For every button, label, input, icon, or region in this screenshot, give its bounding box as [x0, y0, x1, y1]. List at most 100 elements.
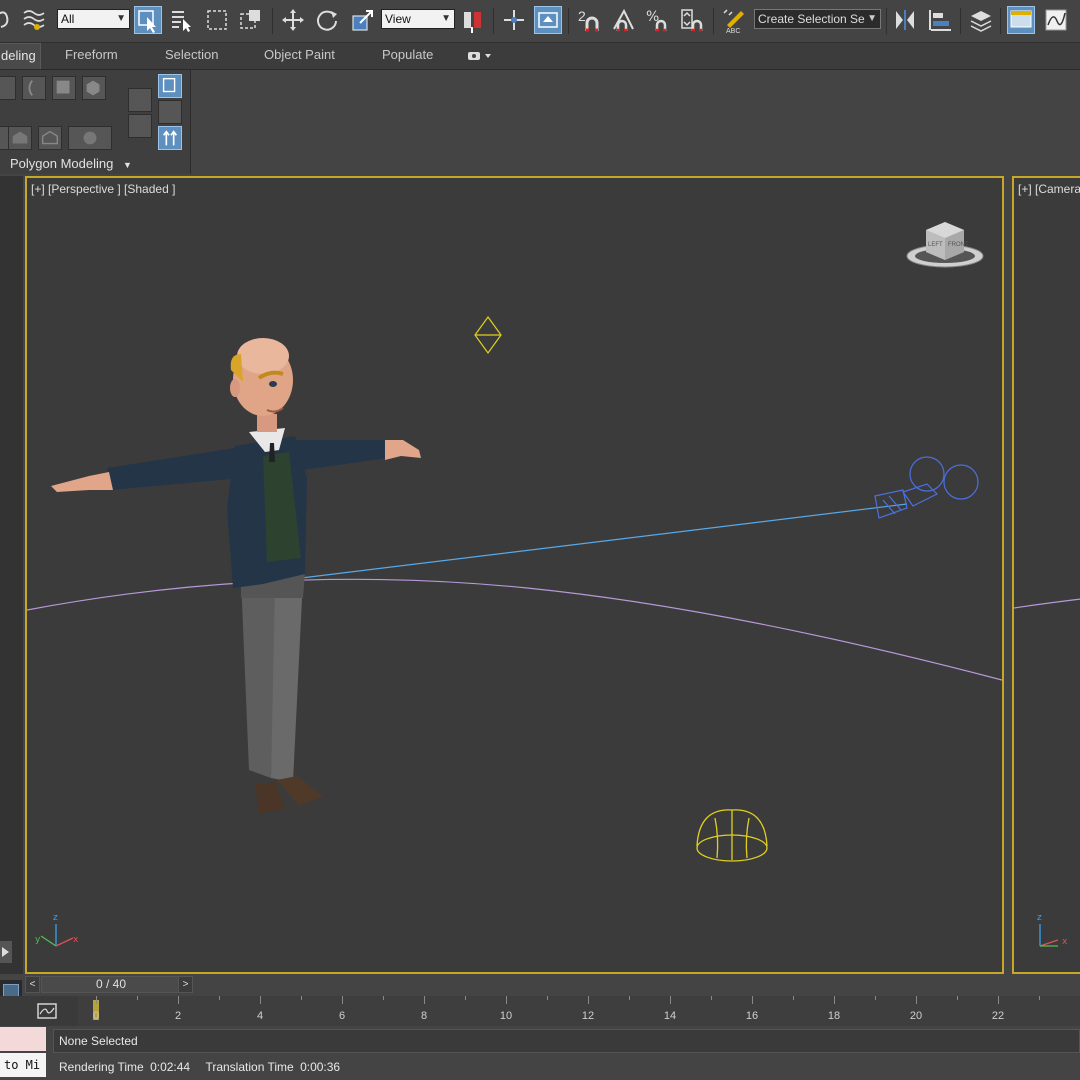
track-minor-tick	[711, 996, 712, 1000]
keyboard-shortcut-override-button[interactable]	[534, 6, 562, 34]
track-minor-tick	[301, 996, 302, 1000]
tab-object-paint[interactable]: Object Paint	[264, 47, 335, 62]
percent-snap-icon[interactable]: %	[644, 6, 672, 34]
chevron-down-icon: ▼	[867, 13, 877, 24]
svg-text:y: y	[35, 935, 41, 945]
ribbon-tool-button-3[interactable]	[38, 126, 62, 150]
unlink-icon[interactable]	[0, 6, 20, 34]
select-by-name-icon[interactable]	[168, 6, 196, 34]
ribbon-tool-button-4[interactable]	[68, 126, 112, 150]
use-soft-selection-button[interactable]	[158, 126, 182, 150]
track-tick-label: 4	[256, 1010, 264, 1022]
toolbar-separator	[713, 8, 714, 34]
time-slider-track[interactable]: 0 / 40	[41, 976, 181, 993]
align-icon[interactable]	[926, 6, 954, 34]
track-tick-label: 0	[92, 1010, 100, 1022]
track-tick-label: 14	[663, 1010, 677, 1022]
track-tick	[670, 996, 671, 1004]
reference-coordinate-value: View	[385, 12, 411, 26]
axis-tripod-icon: z y x	[35, 913, 79, 947]
edge-mode-button[interactable]	[22, 76, 46, 100]
character-model	[51, 338, 421, 814]
maxscript-listener[interactable]: to Mi	[0, 1027, 46, 1080]
selection-filter-dropdown[interactable]: All ▼	[57, 9, 130, 29]
track-tick-label: 8	[420, 1010, 428, 1022]
vertex-mode-button[interactable]	[0, 76, 16, 100]
spinner-snap-icon[interactable]	[678, 6, 706, 34]
track-tick	[96, 996, 97, 1004]
view-cube[interactable]: LEFT FRONT	[904, 216, 986, 272]
viewcube-front-face[interactable]: FRONT	[948, 242, 969, 248]
track-tick-label: 6	[338, 1010, 346, 1022]
track-tick-label: 2	[174, 1010, 182, 1022]
reference-coordinate-dropdown[interactable]: View ▼	[381, 9, 455, 29]
tab-populate[interactable]: Populate	[382, 47, 433, 62]
next-frame-button[interactable]: >	[178, 976, 193, 993]
time-slider[interactable]: < 0 / 40 >	[25, 976, 197, 994]
snaps-toggle-icon[interactable]: 2	[576, 6, 604, 34]
curve-editor-icon[interactable]	[1042, 6, 1070, 34]
ribbon-tab-bar: deling Freeform Selection Object Paint P…	[0, 43, 1080, 70]
previous-frame-button[interactable]: <	[25, 976, 40, 993]
perspective-viewport[interactable]: [+] [Perspective ] [Shaded ] z y x LEFT …	[25, 176, 1004, 974]
viewcube-left-face[interactable]: LEFT	[928, 242, 943, 248]
svg-text:x: x	[1062, 937, 1068, 947]
track-tick-label: 20	[909, 1010, 923, 1022]
ribbon-tool-button-2[interactable]	[8, 126, 32, 150]
selection-filter-value: All	[61, 12, 75, 26]
track-minor-tick	[629, 996, 630, 1000]
bind-space-warp-icon[interactable]	[20, 6, 48, 34]
toolbar-separator	[960, 8, 961, 34]
maxscript-input[interactable]: to Mi	[0, 1053, 46, 1077]
camera-target-line	[284, 503, 908, 581]
angle-snap-icon[interactable]	[610, 6, 638, 34]
ribbon-options-dropdown[interactable]	[467, 49, 493, 63]
show-end-result-button[interactable]	[158, 74, 182, 98]
maxscript-output[interactable]	[0, 1027, 46, 1051]
named-selection-set-dropdown[interactable]: Create Selection Se ▼	[754, 9, 881, 29]
tab-freeform[interactable]: Freeform	[65, 47, 118, 62]
tab-selection[interactable]: Selection	[165, 47, 218, 62]
select-and-move-icon[interactable]	[279, 6, 307, 34]
frame-position-label: 0 / 40	[95, 977, 127, 991]
select-object-button[interactable]	[134, 6, 162, 34]
track-minor-tick	[137, 996, 138, 1000]
ribbon-small-button-2[interactable]	[128, 114, 152, 138]
ribbon-small-button-1[interactable]	[128, 88, 152, 112]
abc-label: ABC	[726, 28, 741, 35]
rectangular-selection-icon[interactable]	[203, 6, 231, 34]
show-result-icon	[162, 77, 176, 93]
select-and-manipulate-icon[interactable]	[500, 6, 528, 34]
skylight-helper-icon	[696, 809, 768, 862]
track-tick	[588, 996, 589, 1004]
layer-explorer-icon[interactable]	[967, 6, 995, 34]
element-mode-button[interactable]	[82, 76, 106, 100]
light-helper-icon	[474, 315, 502, 355]
ribbon-small-button-3[interactable]	[158, 100, 182, 124]
window-crossing-icon[interactable]	[237, 6, 265, 34]
track-tick	[998, 996, 999, 1004]
edit-named-selection-icon[interactable]: ABC	[720, 6, 748, 35]
play-icon[interactable]	[0, 941, 12, 963]
select-and-rotate-icon[interactable]	[313, 6, 341, 34]
select-and-scale-icon[interactable]	[349, 6, 377, 34]
tab-modeling[interactable]: deling	[0, 43, 41, 69]
track-minor-tick	[793, 996, 794, 1000]
axis-tripod-icon: z x	[1037, 913, 1068, 947]
polygon-modeling-label[interactable]: Polygon Modeling ▼	[10, 156, 132, 171]
use-pivot-point-center-icon[interactable]	[459, 6, 487, 34]
track-ruler[interactable]: 0 2 4 6 8 10 12 14 16 18 20 22	[78, 996, 1080, 1026]
chevron-down-icon: ▼	[122, 160, 132, 170]
toggle-ribbon-button[interactable]	[1007, 6, 1035, 34]
open-mini-curve-editor-icon[interactable]	[36, 1000, 58, 1022]
camera-viewport[interactable]: [+] [Camera z x	[1012, 176, 1080, 974]
track-bar[interactable]: 0 2 4 6 8 10 12 14 16 18 20 22	[0, 996, 1080, 1026]
polygon-mode-button[interactable]	[52, 76, 76, 100]
svg-text:z: z	[1037, 913, 1042, 923]
track-minor-tick	[383, 996, 384, 1000]
track-minor-tick	[547, 996, 548, 1000]
mirror-icon[interactable]	[891, 6, 919, 34]
sphere-icon	[83, 131, 97, 145]
track-minor-tick	[465, 996, 466, 1000]
track-tick	[178, 996, 179, 1004]
